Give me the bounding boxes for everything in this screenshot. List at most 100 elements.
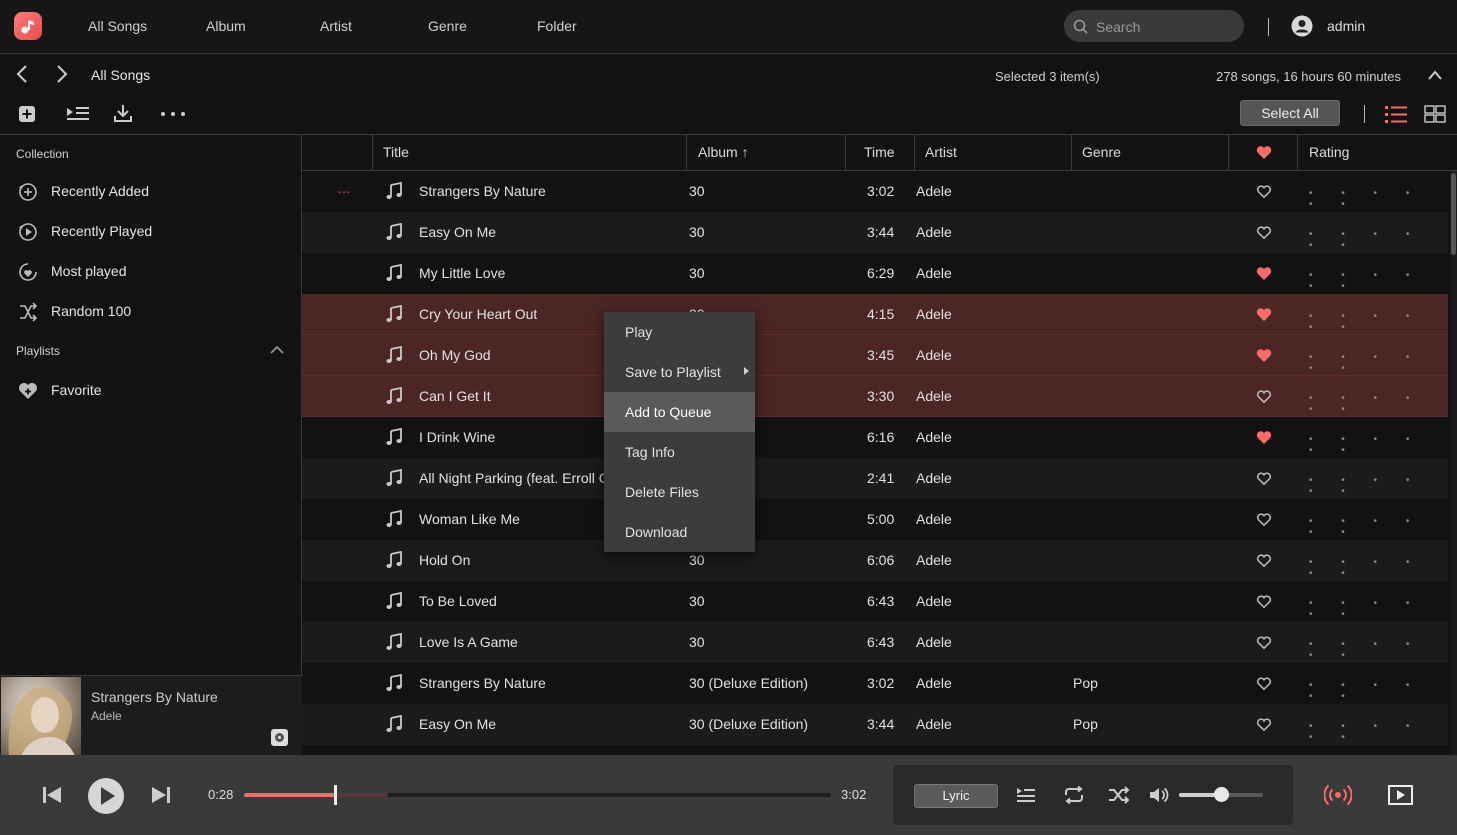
rating-stars[interactable]: • • • • • • — [1309, 680, 1448, 702]
next-icon[interactable] — [151, 785, 171, 805]
tab-all-songs[interactable]: All Songs — [88, 18, 147, 34]
table-row[interactable]: All Night Parking (feat. Erroll Garner) … — [302, 458, 1448, 499]
collapse-icon[interactable] — [1428, 70, 1442, 80]
heart-outline-icon[interactable] — [1256, 594, 1272, 609]
heart-outline-icon[interactable] — [1256, 553, 1272, 568]
avatar-icon[interactable] — [1291, 15, 1313, 37]
rating-stars[interactable]: • • • • • • — [1309, 270, 1448, 292]
rating-stars[interactable]: • • • • • • — [1309, 229, 1448, 251]
shuffle-icon[interactable] — [1108, 786, 1130, 804]
heart-filled-icon[interactable] — [1256, 307, 1272, 322]
scrollbar-thumb[interactable] — [1451, 173, 1456, 255]
column-genre[interactable]: Genre — [1082, 144, 1121, 160]
menu-item-tag-info[interactable]: Tag Info — [604, 432, 755, 472]
album-cover[interactable] — [1, 677, 81, 756]
select-all-button[interactable]: Select All — [1240, 100, 1340, 126]
mini-player-icon[interactable] — [1388, 785, 1413, 805]
tab-genre[interactable]: Genre — [428, 18, 467, 34]
table-row[interactable]: Easy On Me 30 (Deluxe Edition) 3:44 Adele Po… — [302, 704, 1448, 745]
sidebar-item-most-played[interactable]: Most played — [0, 253, 300, 289]
back-icon[interactable] — [14, 64, 30, 84]
scrollbar[interactable] — [1450, 171, 1457, 755]
table-row[interactable]: My Little Love 30 6:29 Adele • • • • • • — [302, 253, 1448, 294]
volume-handle[interactable] — [1214, 787, 1229, 802]
sidebar-item-random-100[interactable]: Random 100 — [0, 293, 300, 329]
table-row[interactable]: Cry Your Heart Out304:15Adele• • • • • • — [302, 294, 1448, 335]
column-artist[interactable]: Artist — [925, 144, 957, 160]
heart-outline-icon[interactable] — [1256, 389, 1272, 404]
table-row[interactable]: Strangers By Nature 30 (Deluxe Edition) 3:… — [302, 663, 1448, 704]
rating-stars[interactable]: • • • • • • — [1309, 557, 1448, 579]
heart-outline-icon[interactable] — [1256, 184, 1272, 199]
table-row[interactable]: Easy On Me 30 3:44 Adele • • • • • • — [302, 212, 1448, 253]
menu-item-play[interactable]: Play — [604, 312, 755, 352]
forward-icon[interactable] — [54, 64, 70, 84]
volume-slider[interactable] — [1179, 787, 1263, 802]
app-logo-icon[interactable] — [14, 12, 42, 40]
repeat-icon[interactable] — [1063, 786, 1085, 804]
play-next-icon[interactable] — [66, 106, 90, 122]
heart-outline-icon[interactable] — [1256, 676, 1272, 691]
rating-stars[interactable]: • • • • • • — [1309, 352, 1448, 374]
grid-view-icon[interactable] — [1424, 105, 1446, 123]
rating-stars[interactable]: • • • • • • — [1309, 639, 1448, 661]
broadcast-icon[interactable] — [1324, 783, 1352, 807]
heart-outline-icon[interactable] — [1256, 635, 1272, 650]
heart-outline-icon[interactable] — [1256, 512, 1272, 527]
table-row[interactable]: Woman Like Me305:00Adele• • • • • • — [302, 499, 1448, 540]
heart-filled-icon[interactable] — [1256, 348, 1272, 363]
table-row[interactable]: Can I Get It303:30Adele• • • • • • — [302, 376, 1448, 417]
menu-item-save-to-playlist[interactable]: Save to Playlist — [604, 352, 755, 392]
list-view-icon[interactable] — [1384, 104, 1408, 124]
table-row[interactable]: I Drink Wine306:16Adele• • • • • • — [302, 417, 1448, 458]
sidebar-item-recently-played[interactable]: Recently Played — [0, 213, 300, 249]
column-time[interactable]: Time — [864, 144, 895, 160]
add-icon[interactable] — [18, 105, 36, 123]
more-icon[interactable] — [160, 111, 186, 117]
column-divider — [686, 135, 687, 171]
username[interactable]: admin — [1327, 18, 1365, 34]
table-row[interactable]: Oh My God303:45Adele• • • • • • — [302, 335, 1448, 376]
download-icon[interactable] — [114, 104, 132, 123]
lyric-button[interactable]: Lyric — [914, 784, 998, 808]
heart-outline-icon[interactable] — [1256, 717, 1272, 732]
heart-outline-icon[interactable] — [1256, 471, 1272, 486]
tab-folder[interactable]: Folder — [537, 18, 577, 34]
rating-stars[interactable]: • • • • • • — [1309, 188, 1448, 210]
progress-handle[interactable] — [333, 785, 337, 805]
tab-album[interactable]: Album — [206, 18, 246, 34]
favorite-column-heart-icon[interactable] — [1256, 145, 1272, 160]
menu-item-add-to-queue[interactable]: Add to Queue — [604, 392, 755, 432]
tab-artist[interactable]: Artist — [320, 18, 352, 34]
menu-item-delete-files[interactable]: Delete Files — [604, 472, 755, 512]
table-row[interactable]: --- Strangers By Nature 30 3:02 Adele • • • •… — [302, 171, 1448, 212]
sidebar-item-recently-added[interactable]: Recently Added — [0, 173, 300, 209]
rating-stars[interactable]: • • • • • • — [1309, 598, 1448, 620]
menu-item-download[interactable]: Download — [604, 512, 755, 552]
rating-stars[interactable]: • • • • • • — [1309, 475, 1448, 497]
previous-icon[interactable] — [42, 785, 62, 805]
rating-stars[interactable]: • • • • • • — [1309, 393, 1448, 415]
now-playing-panel[interactable]: Strangers By Nature Adele — [0, 675, 302, 756]
progress-bar[interactable] — [244, 785, 831, 805]
table-row[interactable]: Love Is A Game 30 6:43 Adele • • • • • • — [302, 622, 1448, 663]
queue-icon[interactable] — [1016, 787, 1036, 803]
search-input[interactable]: Search — [1064, 10, 1244, 42]
heart-outline-icon[interactable] — [1256, 225, 1272, 240]
play-button[interactable] — [87, 777, 125, 815]
chevron-up-icon[interactable] — [270, 345, 284, 355]
table-row[interactable]: Hold On 30 6:06 Adele • • • • • • — [302, 540, 1448, 581]
rating-stars[interactable]: • • • • • • — [1309, 721, 1448, 743]
heart-filled-icon[interactable] — [1256, 430, 1272, 445]
column-album[interactable]: Album ↑ — [698, 144, 749, 160]
column-rating[interactable]: Rating — [1309, 144, 1349, 160]
table-row[interactable]: To Be Loved 30 6:43 Adele • • • • • • — [302, 581, 1448, 622]
sidebar-item-favorite[interactable]: Favorite — [0, 372, 300, 408]
disc-icon[interactable] — [271, 729, 288, 746]
heart-filled-icon[interactable] — [1256, 266, 1272, 281]
rating-stars[interactable]: • • • • • • — [1309, 311, 1448, 333]
volume-icon[interactable] — [1149, 786, 1169, 804]
column-title[interactable]: Title — [383, 144, 409, 160]
rating-stars[interactable]: • • • • • • — [1309, 516, 1448, 538]
rating-stars[interactable]: • • • • • • — [1309, 434, 1448, 456]
